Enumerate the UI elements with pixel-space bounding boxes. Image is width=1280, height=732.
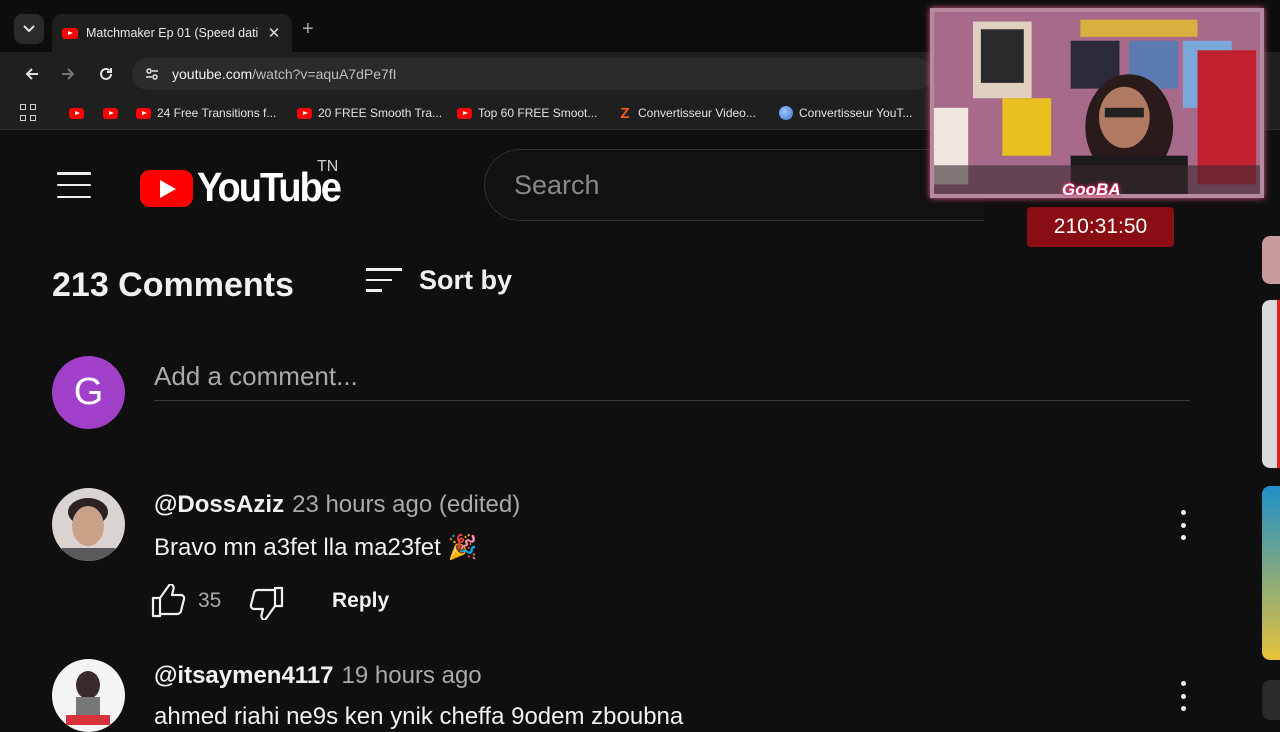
bookmark-item[interactable]: [69, 104, 84, 122]
like-count: 35: [198, 589, 222, 612]
site-info-button[interactable]: [143, 64, 161, 84]
tune-icon: [146, 68, 158, 80]
comment-author[interactable]: @itsaymen4117: [154, 662, 334, 689]
bookmark-item[interactable]: [103, 104, 118, 122]
country-code: TN: [317, 158, 339, 175]
bookmark-label: Top 60 FREE Smoot...: [478, 106, 598, 120]
back-button[interactable]: [20, 62, 44, 86]
bookmark-item[interactable]: Z Convertisseur Video...: [618, 104, 756, 122]
youtube-icon: [457, 107, 472, 119]
avatar[interactable]: [52, 488, 125, 561]
webcam-scene: [934, 12, 1260, 194]
video-thumbnail[interactable]: [1262, 300, 1280, 468]
close-tab-icon[interactable]: ✕: [266, 24, 282, 42]
bookmark-item[interactable]: 20 FREE Smooth Tra...: [297, 104, 442, 122]
reload-icon: [100, 67, 112, 80]
z-icon: Z: [620, 104, 630, 122]
youtube-icon: [69, 107, 84, 119]
arrow-right-icon: [62, 68, 75, 80]
youtube-favicon-icon: [62, 27, 78, 39]
comment-header: @itsaymen4117 19 hours ago: [154, 662, 482, 690]
add-comment-input[interactable]: Add a comment...: [154, 359, 1190, 401]
avatar[interactable]: [52, 659, 125, 732]
bookmark-item[interactable]: Top 60 FREE Smoot...: [457, 104, 597, 122]
reply-button[interactable]: Reply: [332, 589, 389, 613]
s-icon: [779, 106, 793, 120]
profile-photo-icon: [52, 488, 125, 561]
comment-author[interactable]: @DossAziz: [154, 491, 284, 518]
sort-by-button[interactable]: Sort by: [419, 265, 512, 296]
bookmark-label: 24 Free Transitions f...: [157, 106, 277, 120]
more-options-icon[interactable]: [1176, 681, 1190, 711]
video-thumbnail[interactable]: [1262, 236, 1280, 284]
bookmark-item[interactable]: Convertisseur YouT...: [779, 104, 912, 122]
comment-text: Bravo mn a3fet lla ma23fet 🎉: [154, 534, 478, 561]
streamer-name-tag: GooBA: [1062, 180, 1121, 199]
bookmark-label: Convertisseur YouT...: [799, 106, 913, 120]
avatar[interactable]: G: [52, 356, 125, 429]
url-host: youtube.com: [172, 66, 253, 82]
comment-time[interactable]: 23 hours ago (edited): [292, 491, 520, 518]
recommended-strip: [1262, 236, 1280, 720]
stream-timer: 210:31:50: [1027, 207, 1174, 247]
chevron-down-icon: [23, 25, 35, 33]
comment-header: @DossAziz 23 hours ago (edited): [154, 491, 520, 519]
arrow-left-icon: [25, 68, 38, 80]
sort-icon[interactable]: [366, 268, 402, 294]
browser-tab-active[interactable]: Matchmaker Ep 01 (Speed dating ✕: [52, 14, 292, 52]
thumbs-down-icon[interactable]: [248, 586, 284, 620]
forward-button[interactable]: [56, 62, 80, 86]
address-url: youtube.com/watch?v=aquA7dPe7fI: [172, 66, 397, 82]
thumbs-up-icon[interactable]: [151, 584, 187, 618]
comment-time[interactable]: 19 hours ago: [342, 662, 482, 689]
reload-button[interactable]: [94, 62, 118, 86]
search-placeholder: Search: [514, 170, 600, 200]
comments-count: 213 Comments: [52, 266, 294, 304]
youtube-logo[interactable]: YouTube: [140, 165, 342, 211]
bookmark-label: Convertisseur Video...: [638, 106, 756, 120]
tab-title: Matchmaker Ep 01 (Speed dating: [86, 26, 258, 40]
tab-search-button[interactable]: [14, 14, 44, 44]
more-options-icon[interactable]: [1176, 510, 1190, 540]
video-thumbnail[interactable]: [1262, 486, 1280, 660]
youtube-icon: [103, 107, 118, 119]
menu-icon[interactable]: [57, 172, 91, 198]
new-tab-icon[interactable]: +: [302, 18, 314, 40]
youtube-play-icon: [140, 170, 193, 207]
video-thumbnail[interactable]: [1262, 680, 1280, 720]
apps-grid-icon[interactable]: [20, 104, 37, 121]
youtube-icon: [297, 107, 312, 119]
webcam-overlay: [930, 8, 1264, 198]
youtube-icon: [136, 107, 151, 119]
profile-photo-icon: [52, 659, 125, 732]
url-path: /watch?v=aquA7dPe7fI: [252, 66, 397, 82]
bookmark-label: 20 FREE Smooth Tra...: [318, 106, 443, 120]
bookmark-item[interactable]: 24 Free Transitions f...: [136, 104, 276, 122]
comment-text: ahmed riahi ne9s ken ynik cheffa 9odem z…: [154, 703, 684, 730]
